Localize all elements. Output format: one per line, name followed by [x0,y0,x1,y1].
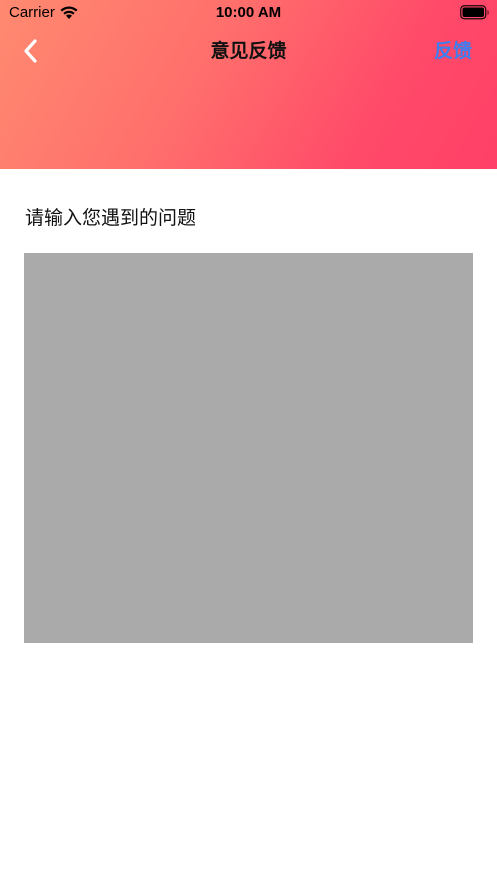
feedback-input[interactable] [24,253,473,643]
clock-time: 10:00 AM [215,4,282,21]
submit-feedback-button[interactable]: 反馈 [434,38,472,64]
page-title: 意见反馈 [210,40,287,62]
status-bar: Carrier 10:00 AM [0,0,497,26]
battery-icon [460,5,489,20]
feedback-screen: Carrier 10:00 AM 意见反馈 反馈 请输入您遇到的问题 [0,0,497,883]
feedback-prompt-label: 请输入您遇到的问题 [25,207,197,229]
